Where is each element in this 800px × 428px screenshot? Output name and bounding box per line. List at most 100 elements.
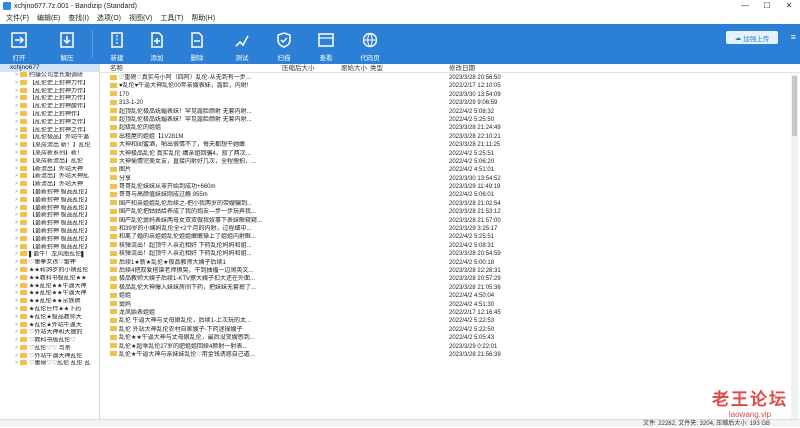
tree-item[interactable]: > ▌最牛！龙凤胎乱伦▌ xyxy=(0,251,99,259)
delete-button[interactable]: 删除 xyxy=(184,24,210,64)
file-row[interactable]: 乱伦★★牛逼大神与丈母娘乱伦，最后没变嫂感到... 2022/4/2 5:05:4… xyxy=(100,334,800,342)
expand-arrow-icon[interactable]: > xyxy=(15,197,18,205)
column-name[interactable]: 名称 xyxy=(110,64,123,73)
file-row[interactable]: 极品乱伦大神爆入妹妹房间下药，把妹妹无套摁了... 2023/3/28 21:05… xyxy=(100,284,800,292)
file-row[interactable]: 核弹流出！超顶牛人亲近相奸 下药乱伦妈妈和姐... 2023/3/28 20:54… xyxy=(100,250,800,258)
expand-arrow-icon[interactable]: > xyxy=(15,119,18,127)
open-button[interactable]: 打开 xyxy=(6,24,32,64)
maximize-button[interactable]: ☐ xyxy=(756,0,778,12)
tree-item[interactable]: > ♡教科书级乱伦♡ xyxy=(0,337,99,345)
menu-file[interactable]: 文件(F) xyxy=(2,13,33,23)
file-row[interactable]: 核弹流出！超顶牛人亲近相奸 下药乱伦妈妈和姐... 2022/4/2 5:08:3… xyxy=(100,242,800,250)
expand-arrow-icon[interactable]: > xyxy=(15,150,18,158)
close-button[interactable]: ✕ xyxy=(778,0,800,12)
tree-item[interactable]: > 【新流出】外站大神 xyxy=(0,165,99,174)
file-row[interactable]: 超顶乱伦极品妩媚表妹！罕见露脸颜射 无套内射... 2022/4/2 5:08:3… xyxy=(100,108,800,116)
tree-item[interactable]: > 【最新封神 极品乱伦】 xyxy=(0,243,99,252)
expand-arrow-icon[interactable]: > xyxy=(15,111,18,119)
menu-help[interactable]: 帮助(H) xyxy=(187,13,219,23)
tree-item[interactable]: > ★★乱伦★★宗族牌 xyxy=(0,298,99,306)
tree-item[interactable]: > 【乱伦史上封神力作】 xyxy=(0,79,99,88)
expand-arrow-icon[interactable]: > xyxy=(15,205,18,213)
scrollbar-thumb[interactable] xyxy=(792,76,797,136)
expand-arrow-icon[interactable]: > xyxy=(15,290,18,298)
codepage-button[interactable]: 代码页 xyxy=(355,24,385,64)
add-button[interactable]: 添加 xyxy=(144,24,170,64)
test-button[interactable]: 测试 xyxy=(229,24,255,64)
expand-arrow-icon[interactable]: > xyxy=(15,158,18,166)
menu-view[interactable]: 视图(V) xyxy=(125,13,156,23)
expand-arrow-icon[interactable]: > xyxy=(15,72,18,80)
file-row[interactable]: 170 2023/3/30 13:54:09 xyxy=(100,91,800,99)
file-row[interactable]: 大神极品乱伦 真实乱伦 媾亲姐回骗4，寂了两次... 2022/4/2 5:25:… xyxy=(100,150,800,158)
tree-item[interactable]: > ★★乱伦★★牛逼大神 xyxy=(0,282,99,291)
expand-arrow-icon[interactable]: > xyxy=(15,306,18,314)
expand-arrow-icon[interactable]: > xyxy=(15,259,18,267)
file-row[interactable]: 大神和闺蜜酒，啪出很情不了，每天都想干她嫩 2023/3/28 21:11:25 xyxy=(100,141,800,149)
minimize-button[interactable]: — xyxy=(734,0,756,12)
expand-arrow-icon[interactable]: > xyxy=(15,181,18,189)
expand-arrow-icon[interactable]: > xyxy=(15,166,18,174)
tree-item[interactable]: > ♡重拳女孩♡雷神 xyxy=(0,259,99,267)
column-original-size[interactable]: 原始大小 xyxy=(341,64,367,73)
expand-arrow-icon[interactable]: > xyxy=(15,322,18,330)
expand-arrow-icon[interactable]: > xyxy=(15,345,18,353)
file-row[interactable]: 后续4把双爱搭谱老师撩哭，干到抽搐一边闹英文... 2023/3/28 22:28… xyxy=(100,267,800,275)
menu-find[interactable]: 查找(I) xyxy=(64,13,93,23)
expand-arrow-icon[interactable]: > xyxy=(15,134,18,142)
menu-options[interactable]: 选项(O) xyxy=(93,13,125,23)
scan-button[interactable]: 扫描 xyxy=(271,24,297,64)
expand-arrow-icon[interactable]: > xyxy=(15,103,18,111)
tree-item[interactable]: > ★乱伦★外站牛逼大 xyxy=(0,321,99,330)
file-row[interactable]: 乱伦★牛逼大神与亲妹妹乱伦♡用金钱诱惑自己遁... 2023/3/28 21:56… xyxy=(100,351,800,359)
tree-item[interactable]: > 【乱伦史上封神之作】 xyxy=(0,126,99,135)
tree-item[interactable]: > ♡外站牛逼大神乱伦 xyxy=(0,352,99,361)
tree-item[interactable]: > 【乱伦史上封神力作】 xyxy=(0,87,99,96)
file-row[interactable]: ♥乱伦♥牛逼大神乱伦00年亲嫂表妹，露脸，内射! 2022/2/17 12:10:… xyxy=(100,82,800,90)
expand-arrow-icon[interactable]: > xyxy=(15,80,18,88)
expand-arrow-icon[interactable]: > xyxy=(15,329,18,337)
tree-item[interactable]: > 【乱伦史上封神酸作】 xyxy=(0,103,99,111)
expand-arrow-icon[interactable]: > xyxy=(15,228,18,236)
file-row[interactable]: 和39岁的小姨妈乱伦全+2个月的内射，过程细中... 2023/3/29 3:25… xyxy=(100,225,800,233)
column-modified[interactable]: 修改日期 xyxy=(449,64,475,73)
file-row[interactable]: 乱伦 牛逼大神与丈母娘乱伦，后续1-上次玩的太... 2022/4/2 5:22:… xyxy=(100,317,800,325)
file-row[interactable]: 舅妈 2022/4/2 4:51:30 xyxy=(100,301,800,309)
tree-item[interactable]: > 【最新封神 极品乱伦】 xyxy=(0,235,99,244)
tree-item[interactable]: > 【乱伦史上封神之作】 xyxy=(0,118,99,127)
tree-item[interactable]: > 【最新封神 极品乱伦】 xyxy=(0,204,99,213)
menu-icon[interactable]: ≡ xyxy=(791,32,796,42)
tree-item[interactable]: > 【新流出】外站大神乱 xyxy=(0,173,99,181)
tree-item[interactable]: > 【最新封神 极品乱伦】 xyxy=(0,212,99,220)
expand-arrow-icon[interactable]: > xyxy=(15,173,18,181)
tree-item[interactable]: > 【最新封神 极品乱伦】 xyxy=(0,220,99,228)
column-compressed-size[interactable]: 压缩后大小 xyxy=(282,64,315,73)
file-row[interactable]: 姐姐 2022/4/2 4:50:04 xyxy=(100,292,800,300)
tree-item[interactable]: > ★★乱伦★★牛逼大神 xyxy=(0,290,99,298)
new-archive-button[interactable]: 新建 xyxy=(104,24,130,64)
tree-item[interactable]: > ♡外站大神和大嫂的 xyxy=(0,329,99,337)
expand-arrow-icon[interactable]: > xyxy=(15,275,18,283)
expand-arrow-icon[interactable]: > xyxy=(15,360,18,368)
column-type[interactable]: 类型 xyxy=(370,64,383,73)
expand-arrow-icon[interactable]: > xyxy=(15,298,18,306)
tree-item[interactable]: > 【最新封神 极品乱伦】 xyxy=(0,227,99,236)
tree-item[interactable]: > 【新流出】外站大神 xyxy=(0,181,99,189)
extract-button[interactable]: 解压 xyxy=(54,24,80,64)
expand-arrow-icon[interactable]: > xyxy=(15,142,18,150)
file-row[interactable]: 哥哥与高颜值妹妹刚成过瘾 955m 2022/4/2 5:06:01 xyxy=(100,191,800,199)
tree-item[interactable]: > 【乱伦极品】外站牛逼 xyxy=(0,134,99,142)
file-row[interactable]: 国产和亲姐姐乱伦后续之-把小我两岁的带嫂骗到... 2023/3/28 21:02… xyxy=(100,200,800,208)
file-row[interactable]: 龙凤胎表姐姐 2022/2/17 12:16:45 xyxy=(100,309,800,317)
expand-arrow-icon[interactable]: > xyxy=(15,353,18,361)
expand-arrow-icon[interactable]: > xyxy=(15,251,18,259)
file-row[interactable]: 国产乱伦舅妈表妹两母女双双做我奴事下表妹瞬窥窥... 2023/3/28 21:5… xyxy=(100,217,800,225)
tree-item[interactable]: > 【最新封神 极品乱伦】 xyxy=(0,196,99,205)
tree-item[interactable]: > 【某房流出 新！】乱伦 xyxy=(0,142,99,150)
file-row[interactable]: 和离了婚的亲姐姐乱伦姐姐嫩嫩操上了姐姐内射眶... 2022/4/2 5:25:5… xyxy=(100,233,800,241)
expand-arrow-icon[interactable]: > xyxy=(15,95,18,103)
tree-item[interactable]: > ★★教科书极乱伦★★ xyxy=(0,274,99,283)
file-row[interactable]: 乱伦★超乖乱伦27岁的肥姐姐回续4颜射一射表... 2023/3/29 0:22:… xyxy=(100,343,800,351)
file-row[interactable]: 出租屋的姐姐【1V281M 2023/3/28 22:10:21 xyxy=(100,133,800,141)
tree-item[interactable]: > 【乱伦史上封神作】 xyxy=(0,110,99,119)
